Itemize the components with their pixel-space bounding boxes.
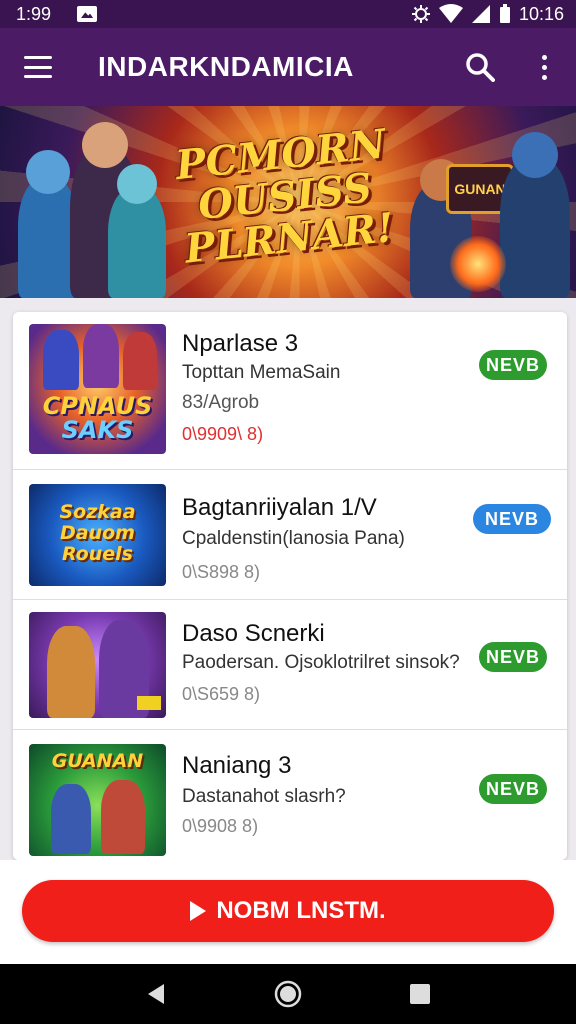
item-subtitle: Topttan MemaSain: [182, 362, 341, 383]
status-time-right: 10:16: [518, 3, 564, 24]
item-meta: 0\S659 8): [182, 684, 261, 704]
home-button[interactable]: [258, 964, 318, 1024]
new-badge[interactable]: NEVB: [479, 774, 547, 804]
status-bar: 1:99 10:16: [0, 0, 576, 28]
item-title: Daso Scnerki: [182, 620, 325, 647]
game-list: CPNAUS SAKS Nparlase 3 Topttan MemaSain 8…: [13, 312, 567, 860]
banner-fire-effect: [450, 236, 506, 292]
back-button[interactable]: [126, 964, 186, 1024]
primary-action-button[interactable]: NOBM LNSTM.: [22, 880, 554, 942]
app-bar: INDARKNDAMICIA: [0, 28, 576, 106]
item-meta: 0\S898 8): [182, 562, 261, 582]
play-icon: [190, 901, 207, 921]
more-vert-icon: [541, 54, 547, 80]
item-title: Bagtanriiyalan 1/V: [182, 494, 377, 521]
primary-action-label: NOBM LNSTM.: [216, 897, 386, 924]
game-thumbnail: GUANAN: [29, 744, 166, 856]
recents-button[interactable]: [390, 964, 450, 1024]
banner-hero-left-3: [108, 164, 166, 298]
list-item[interactable]: Sozkaa Dauom Rouels Bagtanriiyalan 1/V Cpa…: [13, 470, 567, 600]
item-subtitle: Paodersan. Ojsoklotrilret sinsok?: [182, 652, 460, 673]
battery-icon: [499, 4, 510, 23]
thumbnail-title: CPNAUS SAKS: [42, 392, 153, 444]
signal-icon: [471, 5, 490, 23]
recents-icon: [410, 984, 430, 1004]
system-nav-bar: [0, 964, 576, 1024]
game-thumbnail: [29, 612, 166, 718]
search-icon: [466, 53, 495, 82]
banner-hero-right-2: [500, 132, 570, 298]
back-icon: [148, 984, 164, 1004]
home-icon: [274, 980, 302, 1008]
vibrate-icon: [411, 5, 430, 23]
game-thumbnail: CPNAUS SAKS: [29, 324, 166, 454]
list-item[interactable]: GUANAN Naniang 3 Dastanahot slasrh? 0\99…: [13, 730, 567, 860]
menu-button[interactable]: [0, 28, 76, 106]
new-badge[interactable]: NEVB: [473, 504, 551, 534]
new-badge[interactable]: NEVB: [479, 642, 547, 672]
item-title: Nparlase 3: [182, 330, 299, 357]
more-options-button[interactable]: [512, 28, 576, 106]
item-detail: 83/Agrob: [182, 392, 260, 413]
game-thumbnail: Sozkaa Dauom Rouels: [29, 484, 166, 586]
banner-hero-left-1: [18, 150, 78, 298]
item-subtitle: Dastanahot slasrh?: [182, 786, 346, 807]
list-item[interactable]: Daso Scnerki Paodersan. Ojsoklotrilret s…: [13, 600, 567, 730]
thumbnail-title: GUANAN: [51, 750, 144, 772]
promo-banner[interactable]: PCMORN OUSISS PLRNAR! GUNAN: [0, 106, 576, 298]
item-subtitle: Cpaldenstin(lanosia Pana): [182, 528, 405, 549]
list-item[interactable]: CPNAUS SAKS Nparlase 3 Topttan MemaSain 8…: [13, 312, 567, 470]
new-badge[interactable]: NEVB: [479, 350, 547, 380]
app-title: INDARKNDAMICIA: [98, 51, 354, 82]
status-time-left: 1:99: [16, 3, 52, 24]
thumbnail-title: Sozkaa Dauom Rouels: [59, 501, 136, 565]
search-button[interactable]: [448, 28, 512, 106]
item-meta: 0\9909\ 8): [182, 424, 264, 444]
item-meta: 0\9908 8): [182, 816, 259, 836]
wifi-icon: [438, 4, 463, 23]
gallery-notification-icon: [77, 6, 98, 22]
item-title: Naniang 3: [182, 752, 292, 779]
banner-title: PCMORN OUSISS PLRNAR!: [154, 120, 416, 272]
menu-icon: [24, 56, 52, 78]
